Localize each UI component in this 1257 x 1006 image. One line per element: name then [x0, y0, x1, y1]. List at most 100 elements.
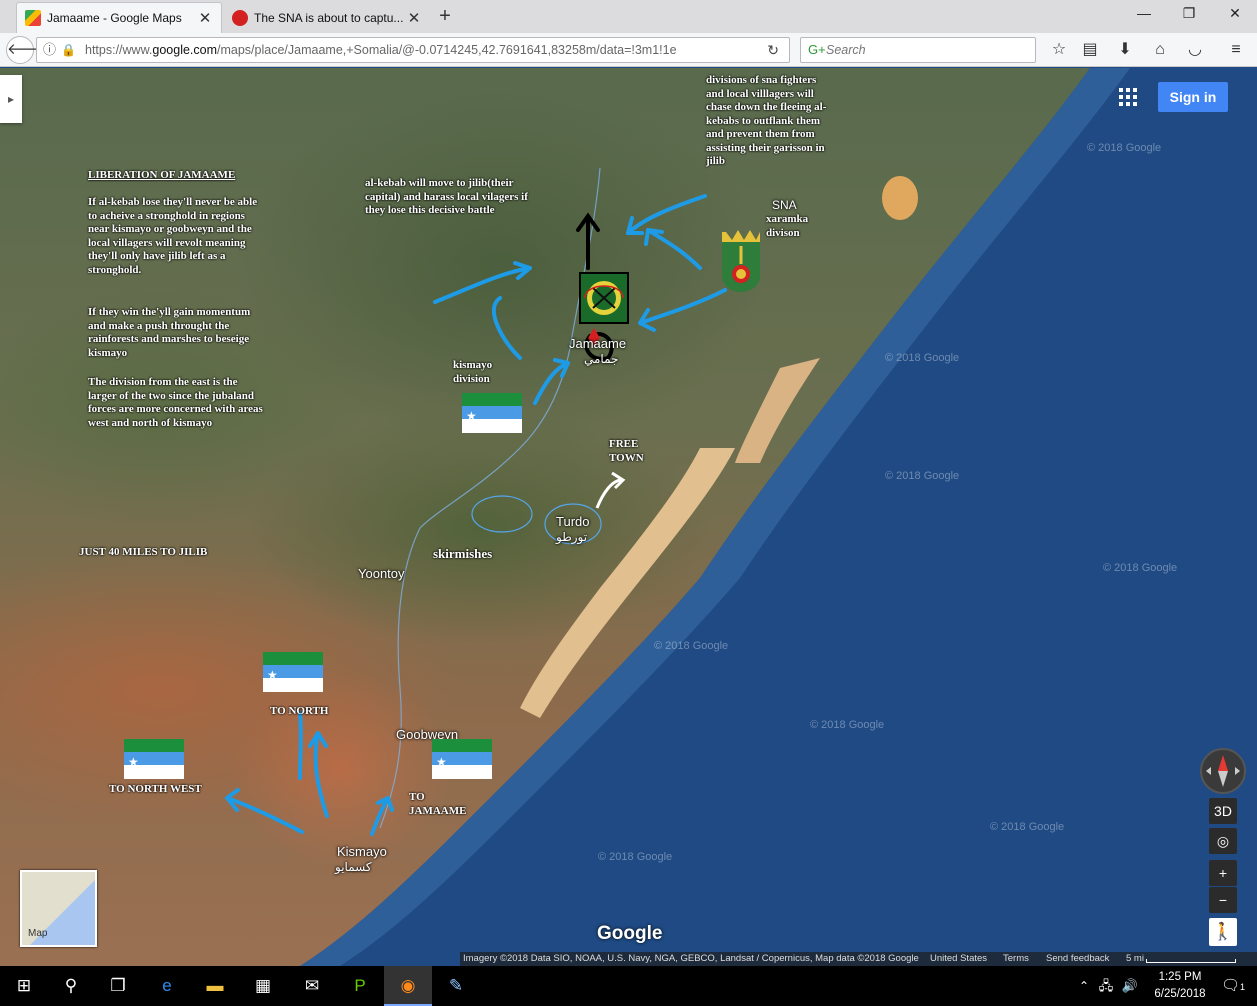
reddit-favicon-icon — [232, 9, 248, 26]
annotation-divisions-chase: divisions of sna fighters and local vill… — [706, 74, 827, 167]
tab-sna-article[interactable]: The SNA is about to captu... ✕ — [224, 2, 430, 33]
satellite-map[interactable]: © 2018 Google © 2018 Google © 2018 Googl… — [0, 68, 1257, 966]
blue-arrow — [644, 228, 702, 270]
svg-text:★: ★ — [267, 668, 278, 682]
3d-toggle-button[interactable]: 3D — [1209, 798, 1237, 824]
restore-button[interactable]: ❐ — [1174, 5, 1204, 25]
system-clock[interactable]: 1:25 PM 6/25/2018 — [1150, 969, 1210, 1003]
minimize-button[interactable]: — — [1129, 5, 1159, 25]
google-apps-icon[interactable] — [1119, 88, 1137, 106]
blue-arrow — [533, 358, 570, 405]
annotation-paragraph: The division from the east is the larger… — [88, 376, 263, 429]
star-icon[interactable]: ☆ — [1047, 38, 1071, 62]
lock-icon: 🔒 — [61, 43, 76, 57]
place-label-kismayo[interactable]: Kismayo — [337, 844, 387, 859]
annotation-title: LIBERATION OF JAMAAME — [88, 169, 236, 181]
reload-icon[interactable]: ↻ — [767, 38, 779, 62]
notification-center-icon[interactable]: 🗨1 — [1213, 966, 1253, 1006]
jubaland-flag: ★ — [263, 652, 323, 692]
map-watermark: © 2018 Google — [1087, 142, 1162, 154]
scale-label[interactable]: 5 mi — [1126, 952, 1144, 966]
new-tab-button[interactable]: + — [434, 5, 456, 28]
sand-patch — [882, 176, 918, 220]
place-label-yoontoy[interactable]: Yoontoy — [358, 566, 405, 581]
blue-arrow — [433, 261, 532, 304]
my-location-icon[interactable]: ◎ — [1209, 828, 1237, 854]
annotation-free-town: FREE TOWN — [609, 438, 644, 464]
download-icon[interactable]: ⬇ — [1113, 38, 1137, 62]
pocket-icon[interactable]: ◡ — [1183, 38, 1207, 62]
home-icon[interactable]: ⌂ — [1148, 38, 1172, 62]
address-bar[interactable]: ⓘ 🔒 https://www.google.com/maps/place/Ja… — [36, 37, 790, 63]
back-button[interactable]: 🡐 — [6, 36, 47, 64]
jubaland-flag: ★ — [124, 739, 184, 779]
imagery-attribution: Imagery ©2018 Data SIO, NOAA, U.S. Navy,… — [463, 953, 919, 964]
place-label-turdo[interactable]: Turdo — [556, 514, 589, 529]
country-link[interactable]: United States — [930, 952, 987, 966]
tab-title: The SNA is about to captu... — [254, 10, 404, 25]
show-hidden-icons[interactable]: ⌃ — [1073, 966, 1095, 1006]
mail-icon[interactable]: ✉ — [288, 966, 336, 1006]
paint-icon[interactable]: ✎ — [432, 966, 480, 1006]
map-type-toggle[interactable]: Map — [20, 870, 97, 947]
store-icon[interactable]: ▦ — [239, 966, 287, 1006]
side-panel-toggle[interactable]: ▸ — [0, 75, 22, 123]
search-engine-icon: G+ — [808, 42, 826, 57]
menu-icon[interactable]: ≡ — [1224, 38, 1248, 62]
map-watermark: © 2018 Google — [990, 821, 1065, 833]
map-watermark: © 2018 Google — [1103, 562, 1178, 574]
annotation-to-north-west: TO NORTH WEST — [109, 783, 202, 795]
zoom-in-button[interactable]: + — [1209, 860, 1237, 886]
white-arrow — [595, 471, 626, 509]
annotation-paragraph: If they win the'yll gain momentum and ma… — [88, 306, 251, 359]
skirmish-area — [471, 495, 533, 533]
annotation-skirmishes: skirmishes — [433, 546, 493, 561]
pegman-icon[interactable]: 🚶 — [1209, 918, 1237, 946]
annotation-xaramka: xaramka divison — [766, 213, 809, 239]
sign-in-button[interactable]: Sign in — [1158, 82, 1228, 112]
search-placeholder: Search — [826, 43, 866, 57]
navigation-toolbar: 🡐 ⓘ 🔒 https://www.google.com/maps/place/… — [0, 33, 1257, 67]
svg-text:★: ★ — [128, 755, 139, 769]
svg-text:★: ★ — [436, 755, 447, 769]
windows-taskbar: ⊞ ⚲ ❐ e ▬ ▦ ✉ P ◉ ✎ ⌃ 🖧 🔊 1:25 PM 6/25/2… — [0, 966, 1257, 1006]
map-watermark: © 2018 Google — [885, 352, 960, 364]
close-window-button[interactable]: ✕ — [1220, 5, 1250, 25]
blue-arrow — [638, 288, 727, 332]
edge-icon[interactable]: e — [143, 966, 191, 1006]
blue-arrow — [370, 796, 394, 836]
search-icon[interactable]: ⚲ — [47, 966, 95, 1006]
black-arrow — [576, 212, 600, 270]
info-icon[interactable]: ⓘ — [43, 38, 56, 62]
network-icon[interactable]: 🖧 — [1095, 966, 1117, 1006]
blue-arrow — [308, 731, 329, 818]
blue-arrow — [626, 194, 707, 235]
clock-date: 6/25/2018 — [1154, 988, 1206, 1000]
search-input[interactable]: G+ Search — [800, 37, 1036, 63]
app-icon[interactable]: P — [336, 966, 384, 1006]
tab-google-maps[interactable]: Jamaame - Google Maps ✕ — [16, 2, 222, 33]
send-feedback-link[interactable]: Send feedback — [1046, 952, 1109, 966]
map-watermark: © 2018 Google — [598, 851, 673, 863]
place-label-jamaame[interactable]: Jamaame — [569, 336, 626, 351]
zoom-out-button[interactable]: − — [1209, 887, 1237, 913]
compass-icon[interactable] — [1200, 748, 1246, 794]
firefox-icon[interactable]: ◉ — [384, 966, 432, 1006]
annotation-paragraph: If al-kebab lose they'll never be able t… — [88, 196, 258, 276]
volume-icon[interactable]: 🔊 — [1118, 966, 1142, 1006]
annotation-40-miles: JUST 40 MILES TO JILIB — [79, 546, 208, 558]
place-label-kismayo-arabic: كسمايو — [335, 860, 372, 874]
terms-link[interactable]: Terms — [1003, 952, 1029, 966]
file-explorer-icon[interactable]: ▬ — [191, 966, 239, 1006]
annotation-alkebab-move: al-kebab will move to jilib(their capita… — [365, 177, 528, 216]
svg-text:★: ★ — [466, 409, 477, 423]
close-tab-icon[interactable]: ✕ — [406, 9, 422, 27]
map-watermark: © 2018 Google — [885, 470, 960, 482]
reading-list-icon[interactable]: ▤ — [1078, 38, 1102, 62]
task-view-icon[interactable]: ❐ — [94, 966, 142, 1006]
google-maps-favicon-icon — [25, 10, 41, 26]
google-logo: Google — [597, 923, 663, 944]
close-tab-icon[interactable]: ✕ — [197, 9, 213, 27]
windows-start-icon[interactable]: ⊞ — [0, 966, 48, 1006]
sna-division-emblem — [720, 228, 762, 292]
